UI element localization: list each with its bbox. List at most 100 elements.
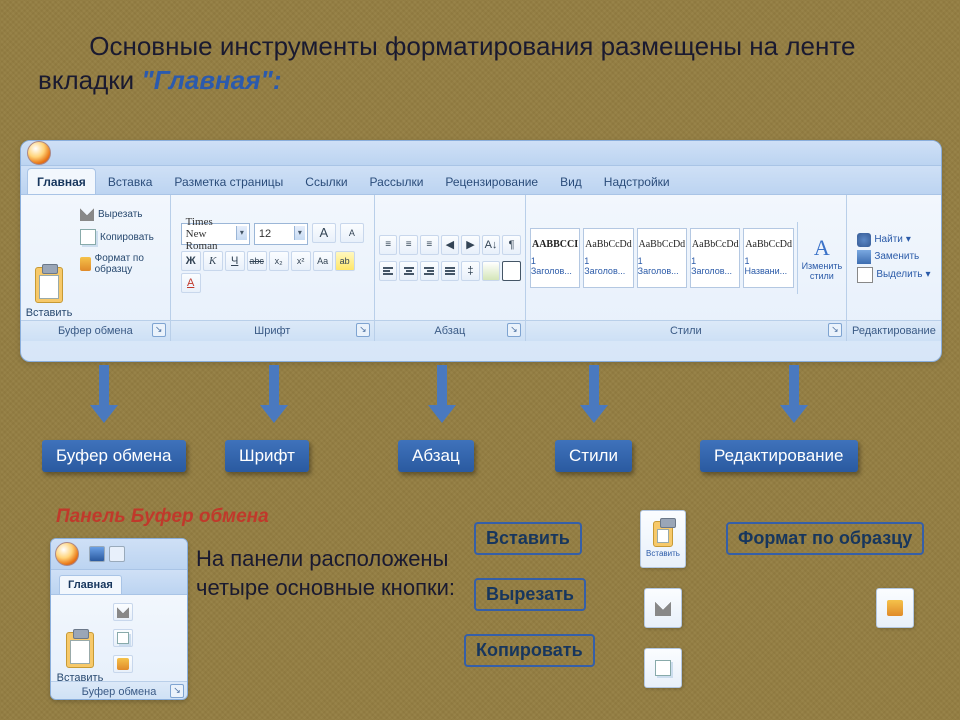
change-styles-button[interactable]: A Изменить стили: [797, 222, 842, 294]
tab-pagelayout[interactable]: Разметка страницы: [164, 168, 293, 194]
group-editing: Найти ▾ Заменить Выделить ▾ Редактирован…: [847, 195, 941, 341]
tab-addins[interactable]: Надстройки: [594, 168, 680, 194]
tab-references[interactable]: Ссылки: [295, 168, 357, 194]
indent-dec-button[interactable]: ◀: [441, 235, 460, 255]
scissors-icon: [117, 606, 129, 618]
group-label-clipboard: Буфер обмена↘: [51, 681, 187, 700]
binoculars-icon: [857, 233, 871, 247]
bullets-button[interactable]: ≡: [379, 235, 398, 255]
tab-mailings[interactable]: Рассылки: [360, 168, 434, 194]
tab-view[interactable]: Вид: [550, 168, 592, 194]
scissors-icon: [80, 207, 94, 221]
format-painter-button[interactable]: [113, 655, 133, 673]
style-item[interactable]: AaBbCcDd1 Заголов...: [583, 228, 633, 288]
group-label-clipboard: Буфер обмена↘: [21, 320, 170, 341]
legend-clipboard: Буфер обмена: [42, 440, 186, 472]
dialog-launcher-icon[interactable]: ↘: [507, 323, 521, 337]
changecase-button[interactable]: Aa: [313, 251, 333, 271]
select-button[interactable]: Выделить ▾: [857, 267, 930, 283]
shrink-font-button[interactable]: A: [340, 223, 364, 243]
copy-icon-box[interactable]: [644, 648, 682, 688]
legend-styles: Стили: [555, 440, 632, 472]
font-size-select[interactable]: 12▾: [254, 223, 308, 245]
office-button[interactable]: [55, 542, 79, 566]
paste-label: Вставить: [26, 307, 73, 319]
copy-button[interactable]: Копировать: [77, 227, 166, 247]
arrow-icon: [90, 365, 118, 425]
align-left-button[interactable]: [379, 261, 398, 281]
style-item[interactable]: AaBbCcDd1 Заголов...: [637, 228, 687, 288]
align-justify-button[interactable]: [441, 261, 460, 281]
intro-text: Основные инструменты форматирования разм…: [38, 30, 932, 98]
legend-font: Шрифт: [225, 440, 309, 472]
linespacing-button[interactable]: ‡: [461, 261, 480, 281]
group-font: Times New Roman▾ 12▾ A A Ж К Ч abc x₂ x²…: [171, 195, 375, 341]
cut-icon-box[interactable]: [644, 588, 682, 628]
style-item[interactable]: AaBbCcDd1 Названи...: [743, 228, 793, 288]
cut-button[interactable]: [113, 603, 133, 621]
font-name-select[interactable]: Times New Roman▾: [181, 223, 250, 245]
office-button[interactable]: [27, 141, 51, 165]
dialog-launcher-icon[interactable]: ↘: [170, 684, 184, 698]
align-center-button[interactable]: [399, 261, 418, 281]
grow-font-button[interactable]: A: [312, 223, 336, 243]
change-styles-icon: A: [814, 235, 830, 261]
superscript-button[interactable]: x²: [291, 251, 311, 271]
format-painter-icon-box[interactable]: [876, 588, 914, 628]
tab-home[interactable]: Главная: [59, 575, 122, 594]
group-label-editing: Редактирование: [847, 320, 941, 341]
style-item[interactable]: AaBbCcDd1 Заголов...: [690, 228, 740, 288]
subscript-button[interactable]: x₂: [269, 251, 289, 271]
paste-big-icon[interactable]: Вставить: [640, 510, 686, 568]
ribbon-titlebar: [21, 141, 941, 166]
arrow-icon: [780, 365, 808, 425]
ribbon: Главная Вставка Разметка страницы Ссылки…: [20, 140, 942, 362]
tab-insert[interactable]: Вставка: [98, 168, 163, 194]
sort-button[interactable]: A↓: [482, 235, 501, 255]
highlight-button[interactable]: ab: [335, 251, 355, 271]
tab-home[interactable]: Главная: [27, 168, 96, 194]
format-painter-button[interactable]: Формат по образцу: [77, 251, 166, 277]
borders-button[interactable]: [502, 261, 521, 281]
label-format-painter: Формат по образцу: [726, 522, 924, 555]
brush-icon: [117, 658, 129, 670]
group-label-paragraph: Абзац↘: [375, 320, 525, 341]
paste-button[interactable]: Вставить: [25, 199, 73, 322]
group-label-font: Шрифт↘: [171, 320, 374, 341]
show-marks-button[interactable]: ¶: [502, 235, 521, 255]
find-button[interactable]: Найти ▾: [857, 233, 930, 247]
panel-title: Панель Буфер обмена: [56, 506, 269, 528]
qat-undo-icon[interactable]: [109, 546, 125, 562]
align-right-button[interactable]: [420, 261, 439, 281]
italic-button[interactable]: К: [203, 251, 223, 271]
numbering-button[interactable]: ≡: [399, 235, 418, 255]
dialog-launcher-icon[interactable]: ↘: [356, 323, 370, 337]
style-item[interactable]: AABBCCI1 Заголов...: [530, 228, 580, 288]
group-label-styles: Стили↘: [526, 320, 846, 341]
legend-paragraph: Абзац: [398, 440, 474, 472]
strike-button[interactable]: abc: [247, 251, 267, 271]
group-clipboard: Вставить Вырезать Копировать Формат по о…: [21, 195, 171, 341]
replace-button[interactable]: Заменить: [857, 250, 930, 264]
tab-review[interactable]: Рецензирование: [435, 168, 548, 194]
underline-button[interactable]: Ч: [225, 251, 245, 271]
group-styles: AABBCCI1 Заголов... AaBbCcDd1 Заголов...…: [526, 195, 847, 341]
paste-button[interactable]: Вставить: [51, 595, 109, 687]
scissors-icon: [655, 600, 671, 616]
multilevel-button[interactable]: ≡: [420, 235, 439, 255]
ribbon-tabs: Главная Вставка Разметка страницы Ссылки…: [21, 166, 941, 195]
indent-inc-button[interactable]: ▶: [461, 235, 480, 255]
paste-icon: [653, 521, 673, 547]
cut-button[interactable]: Вырезать: [77, 205, 166, 223]
brush-icon: [887, 600, 903, 616]
replace-icon: [857, 250, 871, 264]
shading-button[interactable]: [482, 261, 501, 281]
qat-save-icon[interactable]: [89, 546, 105, 562]
fontcolor-button[interactable]: A: [181, 273, 201, 293]
copy-button[interactable]: [113, 629, 133, 647]
dialog-launcher-icon[interactable]: ↘: [152, 323, 166, 337]
clipboard-panel-snippet: Главная Вставить Буфер обмена↘: [50, 538, 188, 700]
bold-button[interactable]: Ж: [181, 251, 201, 271]
paste-icon: [35, 267, 63, 303]
dialog-launcher-icon[interactable]: ↘: [828, 323, 842, 337]
